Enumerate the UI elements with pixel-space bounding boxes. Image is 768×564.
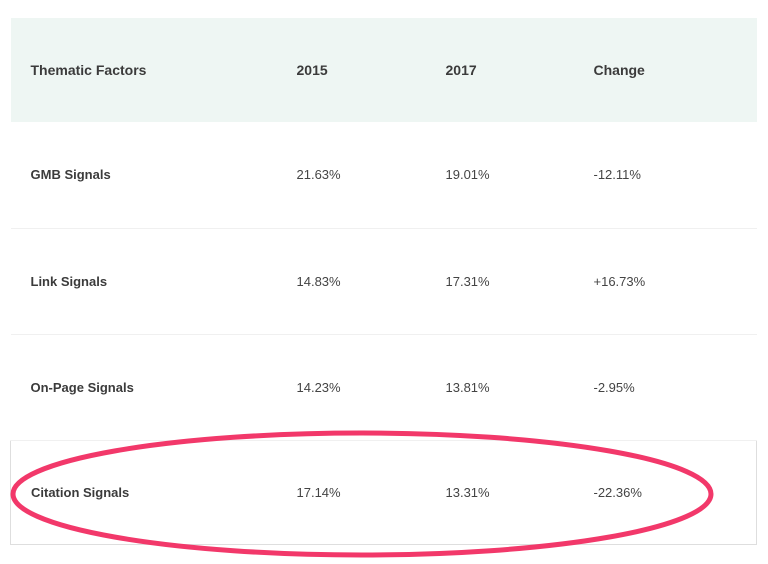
factor-name: GMB Signals: [30, 167, 111, 183]
value-2015: 17.14%: [296, 484, 341, 500]
value-change: -2.95%: [593, 379, 635, 395]
thematic-factors-table: Thematic Factors 2015 2017 Change GMB Si…: [10, 18, 757, 545]
factor-name: Link Signals: [30, 273, 108, 289]
value-change: -12.11%: [593, 167, 641, 183]
table-row-link-signals: Link Signals 14.83% 17.31% +16.73%: [10, 228, 757, 334]
value-2017: 17.31%: [445, 273, 490, 289]
value-2015: 14.83%: [296, 273, 341, 289]
value-change: +16.73%: [593, 273, 646, 289]
header-2017: 2017: [445, 62, 477, 78]
table-row-citation-signals: Citation Signals 17.14% 13.31% -22.36%: [10, 440, 757, 544]
header-row: Thematic Factors 2015 2017 Change: [10, 18, 757, 122]
page: Thematic Factors 2015 2017 Change GMB Si…: [0, 0, 768, 564]
table-body: GMB Signals 21.63% 19.01% -12.11% Link S…: [10, 122, 757, 544]
value-2015: 14.23%: [296, 379, 341, 395]
header-thematic-factors: Thematic Factors: [30, 62, 147, 78]
value-2015: 21.63%: [296, 167, 341, 183]
value-2017: 13.81%: [445, 379, 490, 395]
value-2017: 19.01%: [445, 167, 490, 183]
value-2017: 13.31%: [445, 484, 490, 500]
header-change: Change: [593, 62, 645, 78]
header-2015: 2015: [296, 62, 328, 78]
factor-name: On-Page Signals: [30, 379, 134, 395]
value-change: -22.36%: [593, 484, 642, 500]
factor-name: Citation Signals: [31, 484, 130, 500]
table-row-on-page-signals: On-Page Signals 14.23% 13.81% -2.95%: [10, 334, 757, 440]
table-header: Thematic Factors 2015 2017 Change: [10, 18, 757, 122]
table-row-gmb-signals: GMB Signals 21.63% 19.01% -12.11%: [10, 122, 757, 228]
